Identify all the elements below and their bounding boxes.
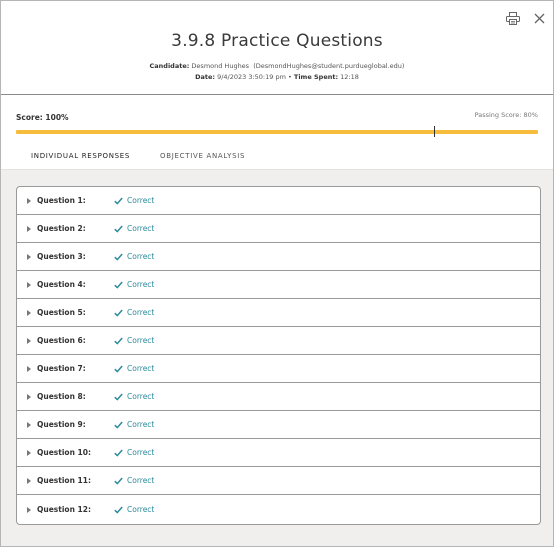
question-status: Correct	[127, 476, 155, 485]
question-label: Question 12:	[37, 505, 91, 514]
dialog-actions	[505, 10, 547, 26]
question-row[interactable]: Question 5: Correct	[17, 299, 540, 327]
caret-right-icon[interactable]	[27, 449, 31, 456]
question-status: Correct	[127, 280, 155, 289]
question-row[interactable]: Question 4: Correct	[17, 271, 540, 299]
check-icon	[114, 280, 124, 290]
caret-right-icon[interactable]	[27, 393, 31, 400]
time-spent-label: Time Spent:	[293, 73, 339, 81]
close-icon[interactable]	[531, 10, 547, 26]
caret-right-icon[interactable]	[27, 365, 31, 372]
check-icon	[114, 364, 124, 374]
caret-right-icon[interactable]	[27, 506, 31, 513]
check-icon	[114, 392, 124, 402]
question-status: Correct	[127, 224, 155, 233]
question-row[interactable]: Question 6: Correct	[17, 327, 540, 355]
question-status: Correct	[127, 392, 155, 401]
check-icon	[114, 476, 124, 486]
question-label: Question 1:	[37, 196, 86, 205]
score-progress-bar	[16, 130, 538, 134]
question-status: Correct	[127, 505, 155, 514]
caret-right-icon[interactable]	[27, 309, 31, 316]
question-status: Correct	[127, 420, 155, 429]
meta-separator: •	[285, 73, 294, 81]
results-tabs: INDIVIDUAL RESPONSES OBJECTIVE ANALYSIS	[16, 147, 260, 171]
question-status: Correct	[127, 448, 155, 457]
time-spent-value: 12:18	[340, 73, 359, 81]
question-label: Question 11:	[37, 476, 91, 485]
question-label: Question 8:	[37, 392, 86, 401]
check-icon	[114, 224, 124, 234]
question-label: Question 10:	[37, 448, 91, 457]
question-row[interactable]: Question 10: Correct	[17, 439, 540, 467]
date-label: Date:	[195, 73, 215, 81]
caret-right-icon[interactable]	[27, 421, 31, 428]
tab-individual-responses[interactable]: INDIVIDUAL RESPONSES	[16, 147, 146, 171]
question-status: Correct	[127, 252, 155, 261]
score-label: Score: 100%	[16, 113, 69, 122]
candidate-label: Candidate:	[149, 62, 190, 70]
check-icon	[114, 505, 124, 515]
question-status: Correct	[127, 308, 155, 317]
question-row[interactable]: Question 9: Correct	[17, 411, 540, 439]
check-icon	[114, 252, 124, 262]
question-label: Question 2:	[37, 224, 86, 233]
question-label: Question 5:	[37, 308, 86, 317]
date-value: 9/4/2023 3:50:19 pm	[217, 73, 286, 81]
page-title: 3.9.8 Practice Questions	[171, 31, 383, 51]
check-icon	[114, 420, 124, 430]
check-icon	[114, 448, 124, 458]
question-row[interactable]: Question 2: Correct	[17, 215, 540, 243]
question-label: Question 6:	[37, 336, 86, 345]
caret-right-icon[interactable]	[27, 197, 31, 204]
header-divider	[1, 94, 553, 95]
passing-score-label: Passing Score: 80%	[474, 111, 538, 119]
question-row[interactable]: Question 3: Correct	[17, 243, 540, 271]
check-icon	[114, 308, 124, 318]
question-label: Question 3:	[37, 252, 86, 261]
question-label: Question 7:	[37, 364, 86, 373]
passing-score-marker	[434, 126, 435, 137]
caret-right-icon[interactable]	[27, 253, 31, 260]
caret-right-icon[interactable]	[27, 477, 31, 484]
question-row[interactable]: Question 8: Correct	[17, 383, 540, 411]
question-row[interactable]: Question 7: Correct	[17, 355, 540, 383]
candidate-info: Candidate: Desmond Hughes (DesmondHughes…	[1, 61, 553, 83]
check-icon	[114, 336, 124, 346]
caret-right-icon[interactable]	[27, 225, 31, 232]
question-status: Correct	[127, 336, 155, 345]
question-status: Correct	[127, 364, 155, 373]
candidate-value: Desmond Hughes (DesmondHughes@student.pu…	[191, 62, 405, 70]
question-row[interactable]: Question 1: Correct	[17, 187, 540, 215]
question-row[interactable]: Question 12: Correct	[17, 495, 540, 524]
question-list: Question 1: Correct Question 2: Correct …	[16, 186, 541, 525]
question-status: Correct	[127, 196, 155, 205]
tab-objective-analysis[interactable]: OBJECTIVE ANALYSIS	[145, 147, 260, 171]
question-row[interactable]: Question 11: Correct	[17, 467, 540, 495]
question-label: Question 4:	[37, 280, 86, 289]
check-icon	[114, 196, 124, 206]
print-icon[interactable]	[505, 10, 521, 26]
question-label: Question 9:	[37, 420, 86, 429]
caret-right-icon[interactable]	[27, 337, 31, 344]
responses-panel: Question 1: Correct Question 2: Correct …	[1, 170, 553, 546]
results-dialog: 3.9.8 Practice Questions Candidate: Desm…	[0, 0, 554, 547]
caret-right-icon[interactable]	[27, 281, 31, 288]
